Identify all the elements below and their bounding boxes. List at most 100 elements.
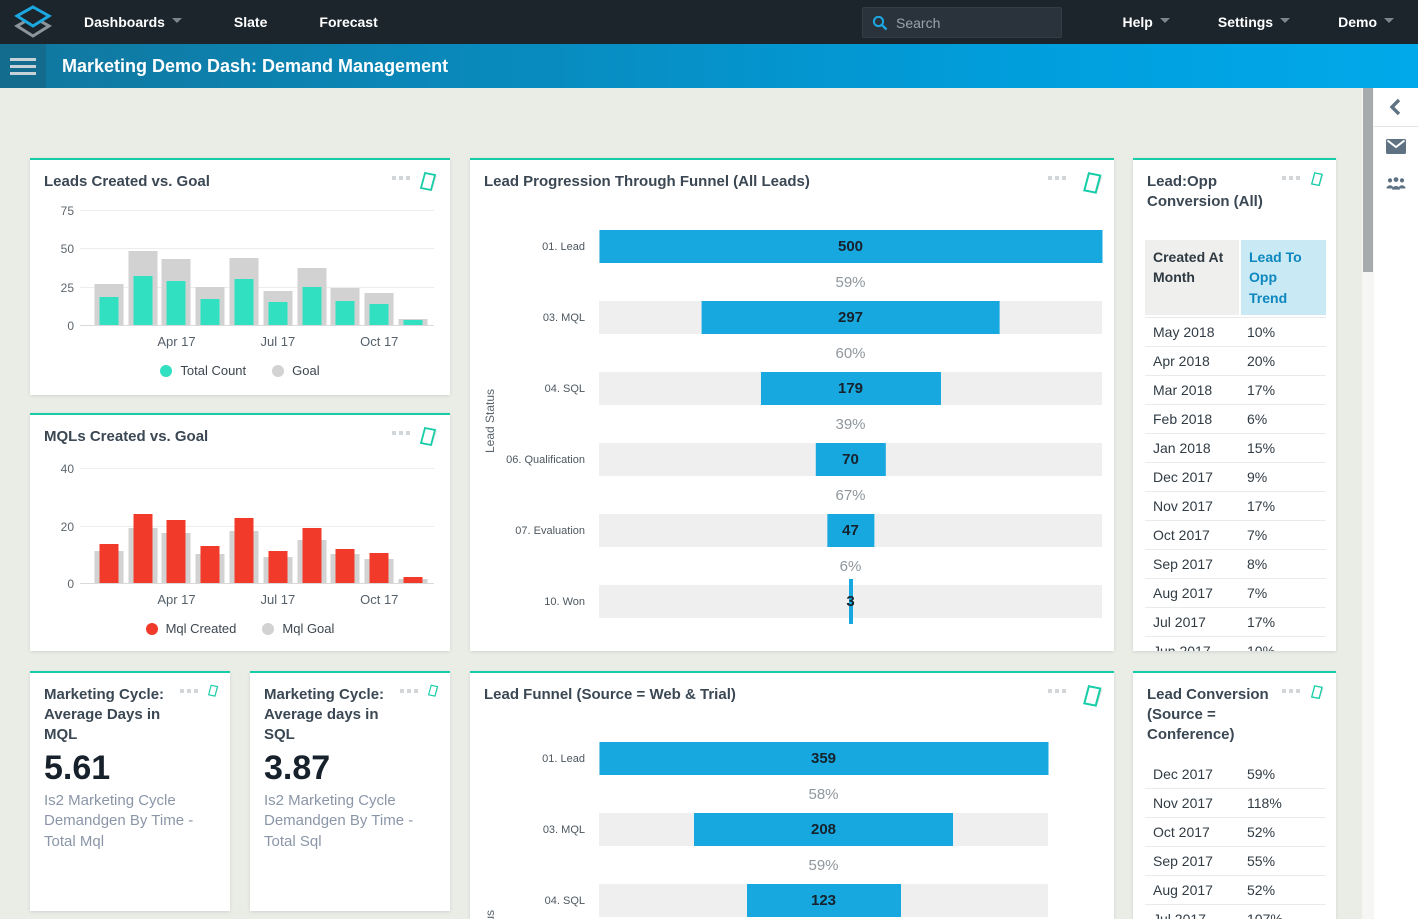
legend-item[interactable]: Total Count xyxy=(160,363,246,378)
search-box[interactable] xyxy=(862,7,1062,38)
table-row: Aug 20177% xyxy=(1145,578,1326,607)
bar-group xyxy=(396,468,430,583)
card-kpi-avg-days-mql: Marketing Cycle: Average Days in MQL 5.6… xyxy=(30,671,230,911)
value-bar xyxy=(201,299,220,325)
table-header-created-at-month[interactable]: Created At Month xyxy=(1145,240,1239,315)
explore-insight-icon[interactable] xyxy=(420,426,437,446)
value-bar xyxy=(235,518,254,583)
funnel-stage-row: 03. MQL208 xyxy=(599,813,1048,846)
funnel-stage-label: 10. Won xyxy=(465,596,585,608)
nav-label: Forecast xyxy=(319,14,377,30)
table-cell-value: 9% xyxy=(1239,469,1326,485)
legend-item[interactable]: Mql Goal xyxy=(262,621,334,636)
explore-insight-icon[interactable] xyxy=(420,171,437,191)
bar-group xyxy=(193,468,227,583)
legend-item[interactable]: Goal xyxy=(272,363,319,378)
card-menu-button[interactable] xyxy=(1048,689,1066,693)
table-row: Feb 20186% xyxy=(1145,404,1326,433)
bar-group: Jul 17 xyxy=(261,468,295,583)
table-cell-value: 52% xyxy=(1239,824,1326,840)
table-cell-month: Dec 2017 xyxy=(1145,766,1239,782)
scrollbar-thumb[interactable] xyxy=(1363,88,1373,272)
funnel-stage-label: 01. Lead xyxy=(465,241,585,253)
value-bar xyxy=(201,546,220,583)
funnel-stage-label: 03. MQL xyxy=(465,312,585,324)
bar-group xyxy=(295,468,329,583)
explore-insight-icon[interactable] xyxy=(208,684,219,704)
table-cell-value: 6% xyxy=(1239,411,1326,427)
y-axis-tick: 25 xyxy=(44,281,74,295)
nav-item-help[interactable]: Help xyxy=(1123,14,1170,30)
table-row: Sep 201755% xyxy=(1145,846,1326,875)
funnel-conversion-pct: 60% xyxy=(599,334,1102,372)
chevron-down-icon xyxy=(1280,18,1290,23)
nav-right-items: Help Settings Demo xyxy=(1123,0,1394,44)
card-menu-button[interactable] xyxy=(1048,176,1066,180)
funnel-stage-row: 07. Evaluation47 xyxy=(599,514,1102,547)
nav-item-dashboards[interactable]: Dashboards xyxy=(84,14,182,30)
funnel-conversion-pct: 58% xyxy=(599,775,1048,813)
group-icon xyxy=(1386,177,1406,191)
table-cell-value: 118% xyxy=(1239,795,1326,811)
funnel-bar-value: 359 xyxy=(599,742,1048,775)
card-menu-button[interactable] xyxy=(392,176,410,180)
value-bar xyxy=(167,281,186,326)
table-cell-month: Nov 2017 xyxy=(1145,795,1239,811)
chart-legend: Mql Created Mql Goal xyxy=(30,621,450,636)
funnel-bar-value: 47 xyxy=(599,514,1102,547)
funnel-conversion-pct: 59% xyxy=(599,263,1102,301)
explore-insight-icon[interactable] xyxy=(1083,171,1100,191)
table-cell-month: Oct 2017 xyxy=(1145,824,1239,840)
share-users-button[interactable] xyxy=(1374,165,1418,203)
table-cell-value: 17% xyxy=(1239,382,1326,398)
bar-group xyxy=(92,468,126,583)
legend-dot-mql-created xyxy=(146,623,158,635)
table-row: Jan 201815% xyxy=(1145,433,1326,462)
search-input[interactable] xyxy=(896,15,1046,31)
table-header-lead-to-opp-trend[interactable]: Lead To Opp Trend xyxy=(1241,240,1326,315)
nav-item-settings[interactable]: Settings xyxy=(1218,14,1290,30)
legend-item[interactable]: Mql Created xyxy=(146,621,237,636)
table-cell-month: Jul 2017 xyxy=(1145,911,1239,919)
y-axis-tick: 50 xyxy=(44,242,74,256)
search-icon xyxy=(872,15,888,31)
nav-item-demo[interactable]: Demo xyxy=(1338,14,1394,30)
collapse-panel-button[interactable] xyxy=(1374,88,1418,126)
bar-group: Apr 17 xyxy=(160,468,194,583)
card-menu-button[interactable] xyxy=(1282,176,1300,180)
funnel-chart-web-trial: 01. Lead35958%03. MQL20859%04. SQL123 xyxy=(599,742,1048,917)
leads-goal-chart: 7550250Apr 17Jul 17Oct 17 xyxy=(80,210,434,325)
explore-insight-icon[interactable] xyxy=(1311,684,1324,704)
table-row: Sep 20178% xyxy=(1145,549,1326,578)
card-menu-button[interactable] xyxy=(1282,689,1300,693)
table-cell-value: 7% xyxy=(1239,527,1326,543)
funnel-bar-value: 70 xyxy=(599,443,1102,476)
y-axis-tick: 0 xyxy=(44,319,74,333)
table-cell-value: 17% xyxy=(1239,614,1326,630)
funnel-stage-label: 01. Lead xyxy=(465,753,585,765)
card-title: Leads Created vs. Goal xyxy=(44,172,210,192)
hamburger-menu-button[interactable] xyxy=(0,44,46,88)
value-bar xyxy=(302,287,321,325)
funnel-stage-label: 06. Qualification xyxy=(465,454,585,466)
funnel-conversion-pct: 67% xyxy=(599,476,1102,514)
card-menu-button[interactable] xyxy=(400,689,418,693)
card-title: Lead:Opp Conversion (All) xyxy=(1147,172,1282,212)
card-menu-button[interactable] xyxy=(180,689,198,693)
card-lead-conversion-conference: Lead Conversion (Source = Conference) De… xyxy=(1133,671,1336,919)
card-menu-button[interactable] xyxy=(392,431,410,435)
x-axis-tick: Oct 17 xyxy=(360,592,398,607)
mail-button[interactable] xyxy=(1374,127,1418,165)
y-axis-tick: 75 xyxy=(44,204,74,218)
explore-insight-icon[interactable] xyxy=(428,684,439,704)
explore-insight-icon[interactable] xyxy=(1083,684,1100,704)
app-logo[interactable] xyxy=(0,4,66,40)
nav-item-forecast[interactable]: Forecast xyxy=(319,14,377,30)
bar-group: Oct 17 xyxy=(362,210,396,325)
table-row: May 201810% xyxy=(1145,317,1326,346)
value-bar xyxy=(235,279,254,325)
nav-item-slate[interactable]: Slate xyxy=(234,14,267,30)
explore-insight-icon[interactable] xyxy=(1311,171,1324,191)
value-bar xyxy=(167,520,186,583)
y-axis-tick: 0 xyxy=(44,577,74,591)
